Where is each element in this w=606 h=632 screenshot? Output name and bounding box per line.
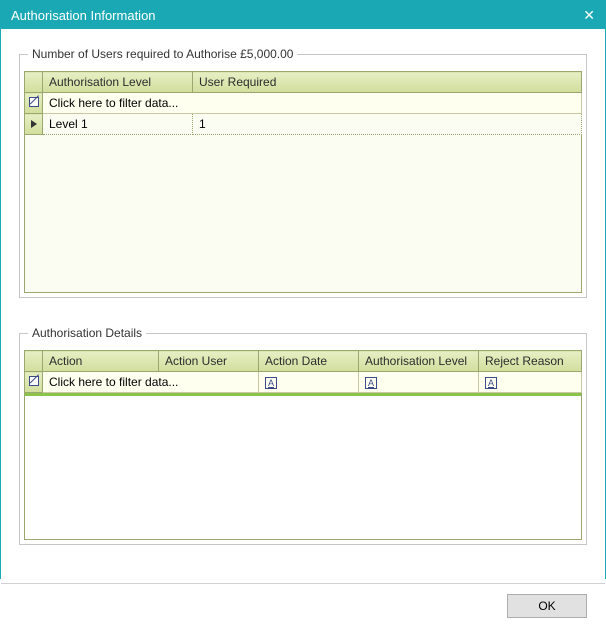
ok-button[interactable]: OK bbox=[507, 594, 587, 618]
text-filter-icon: A bbox=[265, 377, 277, 389]
dialog-content: Number of Users required to Authorise £5… bbox=[1, 29, 605, 583]
col-action[interactable]: Action bbox=[43, 351, 159, 372]
cell-users[interactable]: 1 bbox=[193, 114, 582, 135]
filter-row[interactable]: Click here to filter data... A A A bbox=[25, 372, 582, 393]
users-required-legend: Number of Users required to Authorise £5… bbox=[28, 47, 297, 61]
filter-text-cell[interactable]: Click here to filter data... bbox=[43, 93, 582, 114]
window-title: Authorisation Information bbox=[11, 8, 156, 23]
auth-details-group: Authorisation Details Action Action User… bbox=[19, 326, 587, 545]
users-required-grid[interactable]: Authorisation Level User Required Click … bbox=[24, 71, 582, 135]
grid-header-row: Authorisation Level User Required bbox=[25, 72, 582, 93]
col-authorisation-level[interactable]: Authorisation Level bbox=[43, 72, 193, 93]
text-filter-icon: A bbox=[485, 377, 497, 389]
filter-icon bbox=[29, 376, 39, 386]
filter-row[interactable]: Click here to filter data... bbox=[25, 93, 582, 114]
cell-level[interactable]: Level 1 bbox=[43, 114, 193, 135]
current-row-icon bbox=[31, 120, 37, 128]
col-action-user[interactable]: Action User bbox=[159, 351, 259, 372]
row-selector-header bbox=[25, 351, 43, 372]
titlebar: Authorisation Information ✕ bbox=[1, 1, 605, 29]
filter-cell-action-date[interactable]: A bbox=[259, 372, 359, 393]
auth-details-grid[interactable]: Action Action User Action Date Authorisa… bbox=[24, 350, 582, 393]
filter-text-cell[interactable]: Click here to filter data... bbox=[43, 372, 259, 393]
row-indicator bbox=[25, 114, 43, 135]
filter-icon-cell bbox=[25, 93, 43, 114]
grid-empty-area bbox=[24, 396, 582, 510]
filter-icon-cell bbox=[25, 372, 43, 393]
filter-cell-reject-reason[interactable]: A bbox=[479, 372, 582, 393]
filter-icon bbox=[29, 97, 39, 107]
grid-header-row: Action Action User Action Date Authorisa… bbox=[25, 351, 582, 372]
col-auth-level[interactable]: Authorisation Level bbox=[359, 351, 479, 372]
col-action-date[interactable]: Action Date bbox=[259, 351, 359, 372]
col-user-required[interactable]: User Required bbox=[193, 72, 582, 93]
text-filter-icon: A bbox=[365, 377, 377, 389]
grid-bottom-area bbox=[24, 510, 582, 540]
table-row[interactable]: Level 1 1 bbox=[25, 114, 582, 135]
col-reject-reason[interactable]: Reject Reason bbox=[479, 351, 582, 372]
auth-details-legend: Authorisation Details bbox=[28, 326, 146, 340]
row-selector-header bbox=[25, 72, 43, 93]
dialog-footer: OK bbox=[1, 594, 605, 632]
footer-separator bbox=[1, 583, 605, 584]
grid-empty-area bbox=[24, 135, 582, 293]
filter-cell-auth-level[interactable]: A bbox=[359, 372, 479, 393]
users-required-group: Number of Users required to Authorise £5… bbox=[19, 47, 587, 298]
close-icon[interactable]: ✕ bbox=[561, 7, 595, 24]
